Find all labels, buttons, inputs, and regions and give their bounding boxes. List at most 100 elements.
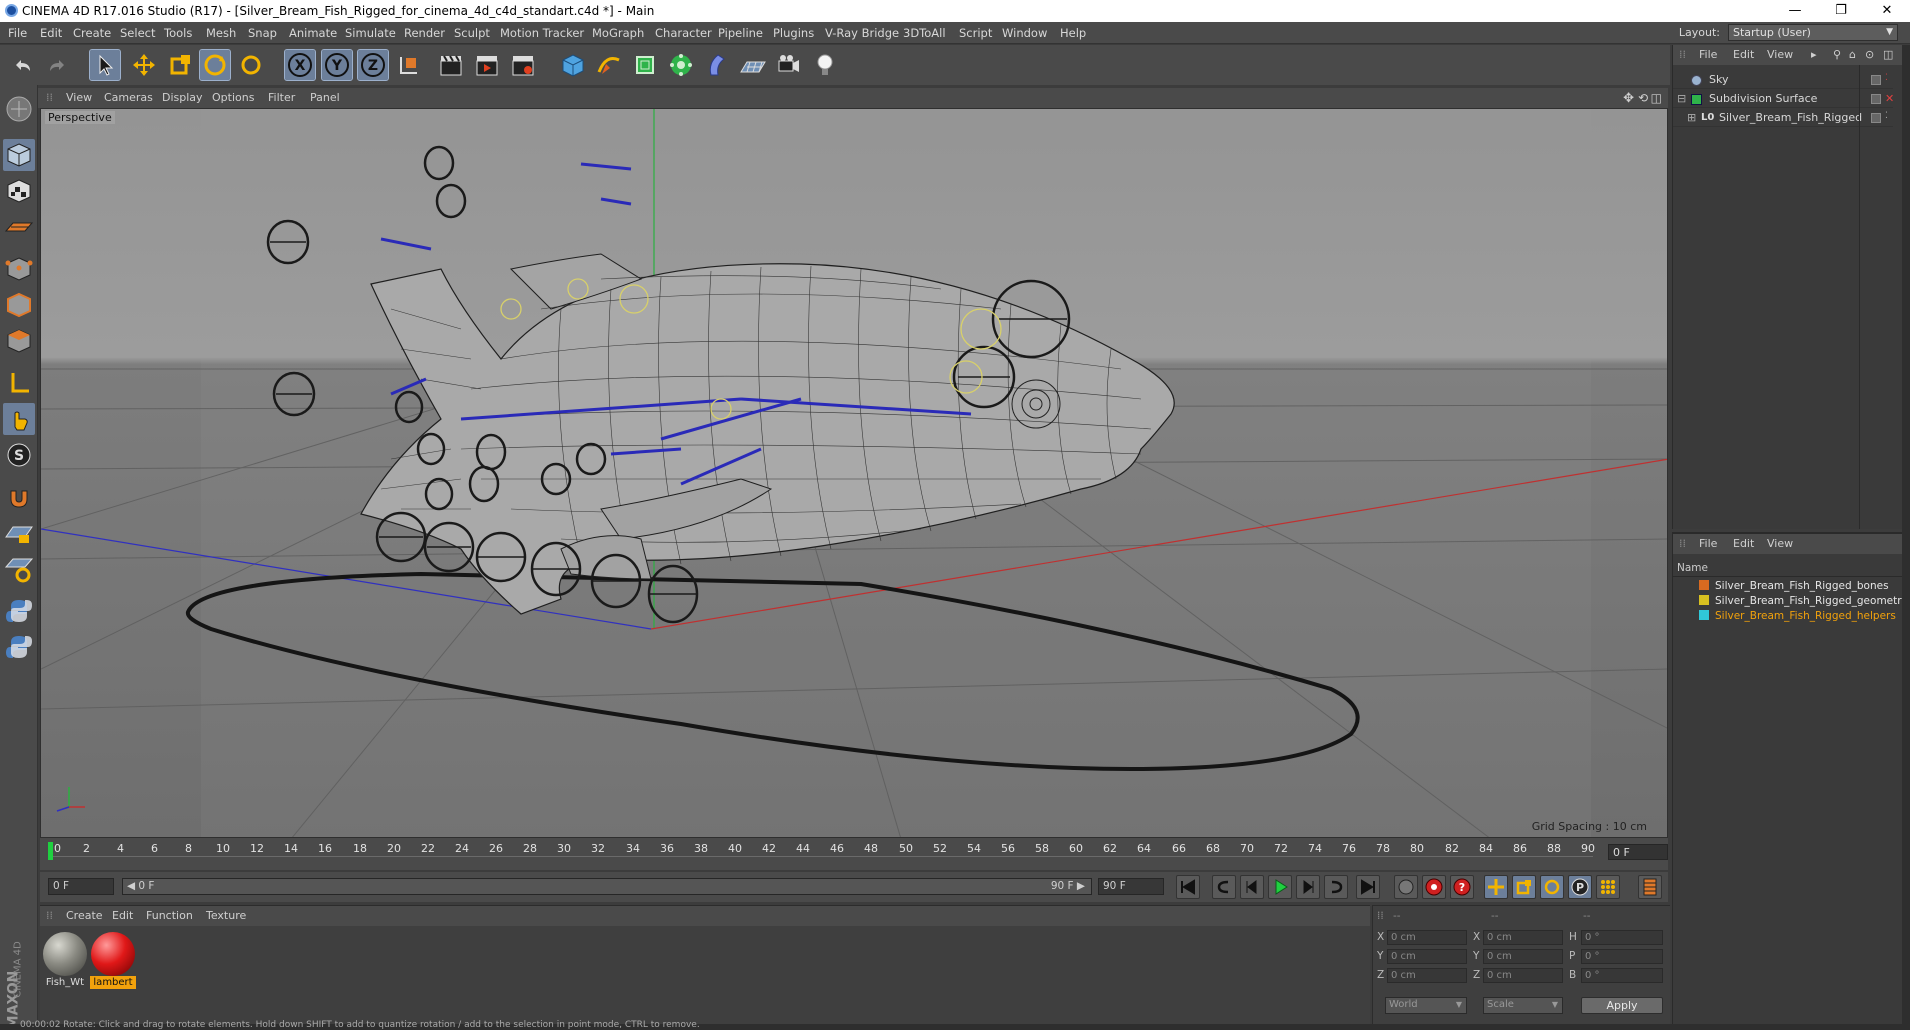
viewport-maximize-icon[interactable]: ◫ bbox=[1651, 91, 1662, 105]
more-arrow-icon[interactable]: ▸ bbox=[1811, 48, 1817, 61]
menu-tools[interactable]: Tools bbox=[164, 26, 192, 40]
menu-edit[interactable]: Edit bbox=[40, 26, 62, 40]
viewport-menu-cameras[interactable]: Cameras bbox=[104, 91, 153, 104]
key-pla-button[interactable] bbox=[1596, 875, 1620, 899]
collapse-toggle-icon[interactable]: ⊟ bbox=[1677, 90, 1686, 108]
pos-x-field[interactable]: 0 cm bbox=[1387, 930, 1467, 945]
perspective-viewport[interactable]: Perspective Grid Spacing : 10 cm bbox=[40, 108, 1668, 838]
size-z-field[interactable]: 0 cm bbox=[1483, 968, 1563, 983]
key-position-button[interactable] bbox=[1484, 875, 1508, 899]
end-frame-field[interactable]: 90 F bbox=[1098, 878, 1164, 895]
layer-menu-view[interactable]: View bbox=[1767, 537, 1793, 550]
prev-key-button[interactable] bbox=[1212, 875, 1236, 899]
bookmark-icon[interactable]: ⊙ bbox=[1865, 48, 1874, 61]
model-mode-button[interactable] bbox=[3, 139, 35, 171]
pos-y-field[interactable]: 0 cm bbox=[1387, 949, 1467, 964]
python-script-button-1[interactable] bbox=[3, 595, 35, 627]
menu-snap[interactable]: Snap bbox=[248, 26, 277, 40]
key-rotation-button[interactable] bbox=[1540, 875, 1564, 899]
menu-vray-bridge[interactable]: V-Ray Bridge bbox=[825, 26, 899, 40]
layer-color-swatch[interactable] bbox=[1699, 580, 1709, 590]
layer-color-swatch[interactable] bbox=[1699, 610, 1709, 620]
menu-sculpt[interactable]: Sculpt bbox=[454, 26, 490, 40]
spline-pen-button[interactable] bbox=[594, 50, 624, 80]
size-x-field[interactable]: 0 cm bbox=[1483, 930, 1563, 945]
layout-dropdown[interactable]: Startup (User) ▼ bbox=[1728, 24, 1898, 41]
disable-x-icon[interactable]: ✕ bbox=[1885, 90, 1894, 108]
z-axis-lock-button[interactable]: Z bbox=[357, 49, 389, 81]
expand-toggle-icon[interactable]: ⊞ bbox=[1687, 109, 1696, 127]
key-scale-button[interactable] bbox=[1512, 875, 1536, 899]
y-axis-lock-button[interactable]: Y bbox=[321, 49, 353, 81]
menu-simulate[interactable]: Simulate bbox=[345, 26, 396, 40]
apply-button[interactable]: Apply bbox=[1581, 997, 1663, 1014]
layer-row-helpers[interactable]: Silver_Bream_Fish_Rigged_helpers bbox=[1673, 609, 1910, 624]
render-settings-button[interactable] bbox=[508, 50, 538, 80]
status-dots-icon[interactable]: ⁚ bbox=[1885, 107, 1888, 125]
solo-button[interactable]: S bbox=[3, 439, 35, 471]
pos-z-field[interactable]: 0 cm bbox=[1387, 968, 1467, 983]
make-editable-button[interactable] bbox=[3, 93, 35, 125]
cube-object-button[interactable] bbox=[558, 50, 588, 80]
menu-3dtoall[interactable]: 3DToAll bbox=[903, 26, 946, 40]
polygons-mode-button[interactable] bbox=[3, 325, 35, 357]
tweak-mode-button[interactable] bbox=[3, 403, 35, 435]
edges-mode-button[interactable] bbox=[3, 289, 35, 321]
material-swatch-fish[interactable]: Fish_Wt bbox=[42, 930, 88, 989]
camera-button[interactable] bbox=[774, 50, 804, 80]
live-selection-button[interactable] bbox=[89, 49, 121, 81]
layer-row-geometry[interactable]: Silver_Bream_Fish_Rigged_geometry bbox=[1673, 594, 1910, 609]
menu-plugins[interactable]: Plugins bbox=[773, 26, 814, 40]
playhead-marker[interactable] bbox=[48, 842, 53, 860]
layer-menu-file[interactable]: File bbox=[1699, 537, 1717, 550]
start-frame-field[interactable]: 0 F bbox=[48, 878, 114, 895]
redo-button[interactable] bbox=[42, 50, 72, 80]
render-to-picture-viewer-button[interactable] bbox=[472, 50, 502, 80]
recent-tool-button[interactable] bbox=[236, 50, 266, 80]
workplane-lock-button[interactable] bbox=[3, 553, 35, 585]
menu-mograph[interactable]: MoGraph bbox=[592, 26, 644, 40]
scale-tool-button[interactable] bbox=[165, 50, 195, 80]
key-parameter-button[interactable]: P bbox=[1568, 875, 1592, 899]
cloner-button[interactable] bbox=[666, 50, 696, 80]
keyframe-selection-button[interactable]: ? bbox=[1450, 875, 1474, 899]
object-row-sky[interactable]: Sky ⁚ bbox=[1673, 71, 1893, 89]
next-frame-button[interactable] bbox=[1296, 875, 1320, 899]
object-row-subdivision-surface[interactable]: ⊟ Subdivision Surface ✕ bbox=[1673, 90, 1894, 108]
material-swatch-lambert[interactable]: lambert bbox=[90, 930, 136, 989]
go-to-start-button[interactable] bbox=[1176, 875, 1200, 899]
search-icon[interactable]: ⚲ bbox=[1833, 48, 1841, 61]
minimize-button[interactable]: — bbox=[1772, 0, 1818, 22]
rotate-tool-button[interactable] bbox=[199, 49, 231, 81]
rot-h-field[interactable]: 0 ° bbox=[1581, 930, 1663, 945]
menu-pipeline[interactable]: Pipeline bbox=[718, 26, 763, 40]
material-menu-texture[interactable]: Texture bbox=[206, 909, 246, 922]
coordinate-space-dropdown[interactable]: World ▼ bbox=[1385, 997, 1467, 1014]
menu-render[interactable]: Render bbox=[404, 26, 445, 40]
light-button[interactable] bbox=[810, 50, 840, 80]
object-menu-file[interactable]: File bbox=[1699, 48, 1717, 61]
visibility-toggle-icon[interactable] bbox=[1871, 75, 1881, 85]
home-icon[interactable]: ⌂ bbox=[1849, 48, 1856, 61]
viewport-move-icon[interactable]: ✥ bbox=[1623, 91, 1634, 106]
menu-motion-tracker[interactable]: Motion Tracker bbox=[500, 26, 584, 40]
object-menu-view[interactable]: View bbox=[1767, 48, 1793, 61]
autokey-button[interactable] bbox=[1422, 875, 1446, 899]
material-menu-edit[interactable]: Edit bbox=[112, 909, 133, 922]
object-menu-edit[interactable]: Edit bbox=[1733, 48, 1754, 61]
points-mode-button[interactable] bbox=[3, 253, 35, 285]
subdivision-surface-button[interactable] bbox=[630, 50, 660, 80]
restore-button[interactable]: ❐ bbox=[1818, 0, 1864, 22]
maximize-panel-icon[interactable]: ◫ bbox=[1883, 48, 1893, 61]
viewport-menu-panel[interactable]: Panel bbox=[310, 91, 340, 104]
frame-ruler[interactable]: 0 2 4 6 8 10 12 14 16 18 20 22 24 26 28 … bbox=[48, 842, 1595, 862]
viewport-menu-view[interactable]: View bbox=[66, 91, 92, 104]
viewport-menu-filter[interactable]: Filter bbox=[268, 91, 295, 104]
current-frame-field[interactable]: 0 F bbox=[1608, 844, 1668, 860]
record-active-button[interactable] bbox=[1394, 875, 1418, 899]
viewport-menu-display[interactable]: Display bbox=[162, 91, 203, 104]
next-key-button[interactable] bbox=[1324, 875, 1348, 899]
snap-button[interactable] bbox=[3, 481, 35, 513]
coordinate-mode-dropdown[interactable]: Scale ▼ bbox=[1483, 997, 1563, 1014]
layer-row-bones[interactable]: Silver_Bream_Fish_Rigged_bones bbox=[1673, 579, 1910, 594]
